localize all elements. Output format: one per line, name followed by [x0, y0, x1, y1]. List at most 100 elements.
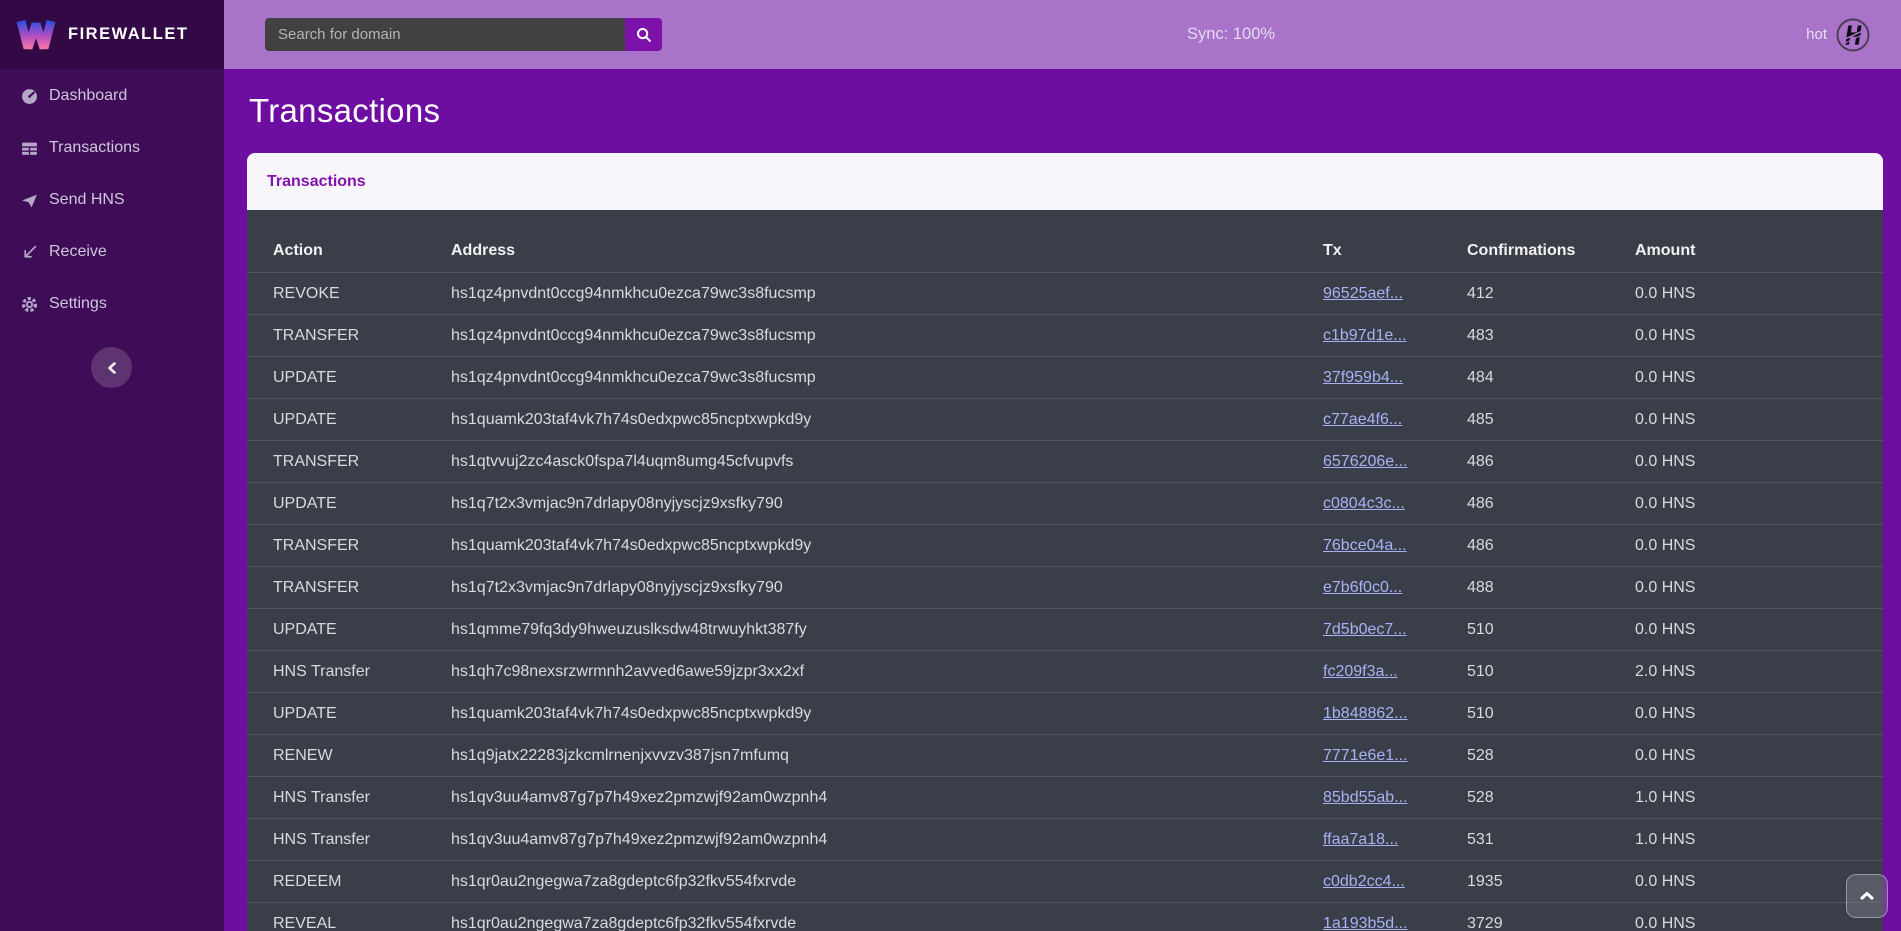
cell-amount: 0.0 HNS [1609, 273, 1883, 315]
tx-link[interactable]: 1a193b5d... [1323, 915, 1408, 931]
tx-link[interactable]: c0db2cc4... [1323, 873, 1405, 890]
cell-amount: 2.0 HNS [1609, 651, 1883, 693]
cell-action: UPDATE [247, 693, 425, 735]
tx-link[interactable]: 1b848862... [1323, 705, 1408, 722]
tx-link[interactable]: 96525aef... [1323, 285, 1403, 302]
cell-confirmations: 488 [1441, 567, 1609, 609]
cell-confirmations: 412 [1441, 273, 1609, 315]
cell-tx: ffaa7a18... [1297, 819, 1441, 861]
cell-confirmations: 486 [1441, 525, 1609, 567]
cell-confirmations: 531 [1441, 819, 1609, 861]
cell-confirmations: 528 [1441, 735, 1609, 777]
table-row: TRANSFERhs1qz4pnvdnt0ccg94nmkhcu0ezca79w… [247, 315, 1883, 357]
cell-tx: 96525aef... [1297, 273, 1441, 315]
cell-confirmations: 486 [1441, 441, 1609, 483]
sidebar: FIREWALLET Dashboard Transactions Send H… [0, 0, 224, 931]
cell-confirmations: 510 [1441, 651, 1609, 693]
sidebar-nav: Dashboard Transactions Send HNS Receive [0, 69, 224, 330]
brand-name: FIREWALLET [68, 25, 188, 44]
sidebar-item-receive[interactable]: Receive [0, 226, 224, 278]
table-row: RENEWhs1q9jatx22283jzkcmlrnenjxvvzv387js… [247, 735, 1883, 777]
transactions-card: Transactions Action Address Tx Confirmat… [247, 153, 1883, 931]
settings-icon [21, 296, 38, 313]
tx-link[interactable]: c77ae4f6... [1323, 411, 1402, 428]
scroll-to-top-button[interactable] [1846, 874, 1888, 918]
cell-confirmations: 483 [1441, 315, 1609, 357]
sidebar-collapse-button[interactable] [91, 347, 132, 388]
cell-amount: 0.0 HNS [1609, 357, 1883, 399]
brand[interactable]: FIREWALLET [0, 0, 224, 69]
cell-address: hs1qmme79fq3dy9hweuzuslksdw48trwuyhkt387… [425, 609, 1297, 651]
table-row: HNS Transferhs1qh7c98nexsrzwrmnh2avved6a… [247, 651, 1883, 693]
tx-link[interactable]: c1b97d1e... [1323, 327, 1407, 344]
cell-address: hs1quamk203taf4vk7h74s0edxpwc85ncptxwpkd… [425, 693, 1297, 735]
tx-link[interactable]: e7b6f0c0... [1323, 579, 1402, 596]
cell-amount: 0.0 HNS [1609, 735, 1883, 777]
sync-status: Sync: 100% [1187, 0, 1275, 69]
card-header-title: Transactions [267, 173, 366, 191]
table-row: HNS Transferhs1qv3uu4amv87g7p7h49xez2pmz… [247, 819, 1883, 861]
search-button[interactable] [625, 18, 662, 51]
sidebar-item-settings[interactable]: Settings [0, 278, 224, 330]
table-row: REVOKEhs1qz4pnvdnt0ccg94nmkhcu0ezca79wc3… [247, 273, 1883, 315]
cell-amount: 0.0 HNS [1609, 861, 1883, 903]
cell-action: UPDATE [247, 609, 425, 651]
sidebar-item-send-hns[interactable]: Send HNS [0, 174, 224, 226]
search-input[interactable] [265, 18, 625, 51]
cell-confirmations: 510 [1441, 609, 1609, 651]
cell-action: UPDATE [247, 399, 425, 441]
cell-action: HNS Transfer [247, 651, 425, 693]
card-body: Action Address Tx Confirmations Amount R… [247, 210, 1883, 931]
tx-link[interactable]: c0804c3c... [1323, 495, 1405, 512]
cell-action: HNS Transfer [247, 819, 425, 861]
column-header-action: Action [247, 210, 425, 273]
cell-address: hs1qr0au2ngegwa7za8gdeptc6fp32fkv554fxrv… [425, 861, 1297, 903]
cell-tx: c0804c3c... [1297, 483, 1441, 525]
tx-link[interactable]: 7771e6e1... [1323, 747, 1408, 764]
table-row: UPDATEhs1quamk203taf4vk7h74s0edxpwc85ncp… [247, 693, 1883, 735]
cell-tx: 6576206e... [1297, 441, 1441, 483]
cell-tx: c1b97d1e... [1297, 315, 1441, 357]
tx-link[interactable]: 76bce04a... [1323, 537, 1407, 554]
cell-address: hs1q9jatx22283jzkcmlrnenjxvvzv387jsn7mfu… [425, 735, 1297, 777]
tx-link[interactable]: 37f959b4... [1323, 369, 1403, 386]
cell-action: HNS Transfer [247, 777, 425, 819]
sidebar-item-label: Receive [49, 243, 107, 261]
cell-address: hs1quamk203taf4vk7h74s0edxpwc85ncptxwpkd… [425, 399, 1297, 441]
sidebar-item-transactions[interactable]: Transactions [0, 122, 224, 174]
transactions-icon [21, 140, 38, 157]
sidebar-item-label: Dashboard [49, 87, 127, 105]
table-row: REDEEMhs1qr0au2ngegwa7za8gdeptc6fp32fkv5… [247, 861, 1883, 903]
cell-confirmations: 485 [1441, 399, 1609, 441]
cell-tx: 1b848862... [1297, 693, 1441, 735]
column-header-address: Address [425, 210, 1297, 273]
cell-tx: 1a193b5d... [1297, 903, 1441, 931]
tx-link[interactable]: fc209f3a... [1323, 663, 1398, 680]
cell-action: UPDATE [247, 357, 425, 399]
tx-link[interactable]: ffaa7a18... [1323, 831, 1398, 848]
cell-action: REDEEM [247, 861, 425, 903]
tx-link[interactable]: 6576206e... [1323, 453, 1408, 470]
tx-link[interactable]: 7d5b0ec7... [1323, 621, 1407, 638]
transactions-table: Action Address Tx Confirmations Amount R… [247, 210, 1883, 931]
sidebar-item-dashboard[interactable]: Dashboard [0, 70, 224, 122]
table-row: UPDATEhs1qmme79fq3dy9hweuzuslksdw48trwuy… [247, 609, 1883, 651]
cell-amount: 0.0 HNS [1609, 315, 1883, 357]
cell-action: TRANSFER [247, 525, 425, 567]
cell-address: hs1qz4pnvdnt0ccg94nmkhcu0ezca79wc3s8fucs… [425, 315, 1297, 357]
cell-address: hs1quamk203taf4vk7h74s0edxpwc85ncptxwpkd… [425, 525, 1297, 567]
tx-link[interactable]: 85bd55ab... [1323, 789, 1408, 806]
column-header-tx: Tx [1297, 210, 1441, 273]
cell-tx: e7b6f0c0... [1297, 567, 1441, 609]
cell-amount: 0.0 HNS [1609, 483, 1883, 525]
cell-address: hs1qz4pnvdnt0ccg94nmkhcu0ezca79wc3s8fucs… [425, 273, 1297, 315]
search-group [265, 18, 662, 51]
cell-action: TRANSFER [247, 441, 425, 483]
cell-confirmations: 486 [1441, 483, 1609, 525]
cell-amount: 0.0 HNS [1609, 399, 1883, 441]
cell-amount: 0.0 HNS [1609, 441, 1883, 483]
cell-tx: 7d5b0ec7... [1297, 609, 1441, 651]
wallet-avatar[interactable] [1836, 18, 1870, 52]
cell-action: REVEAL [247, 903, 425, 931]
cell-amount: 0.0 HNS [1609, 567, 1883, 609]
